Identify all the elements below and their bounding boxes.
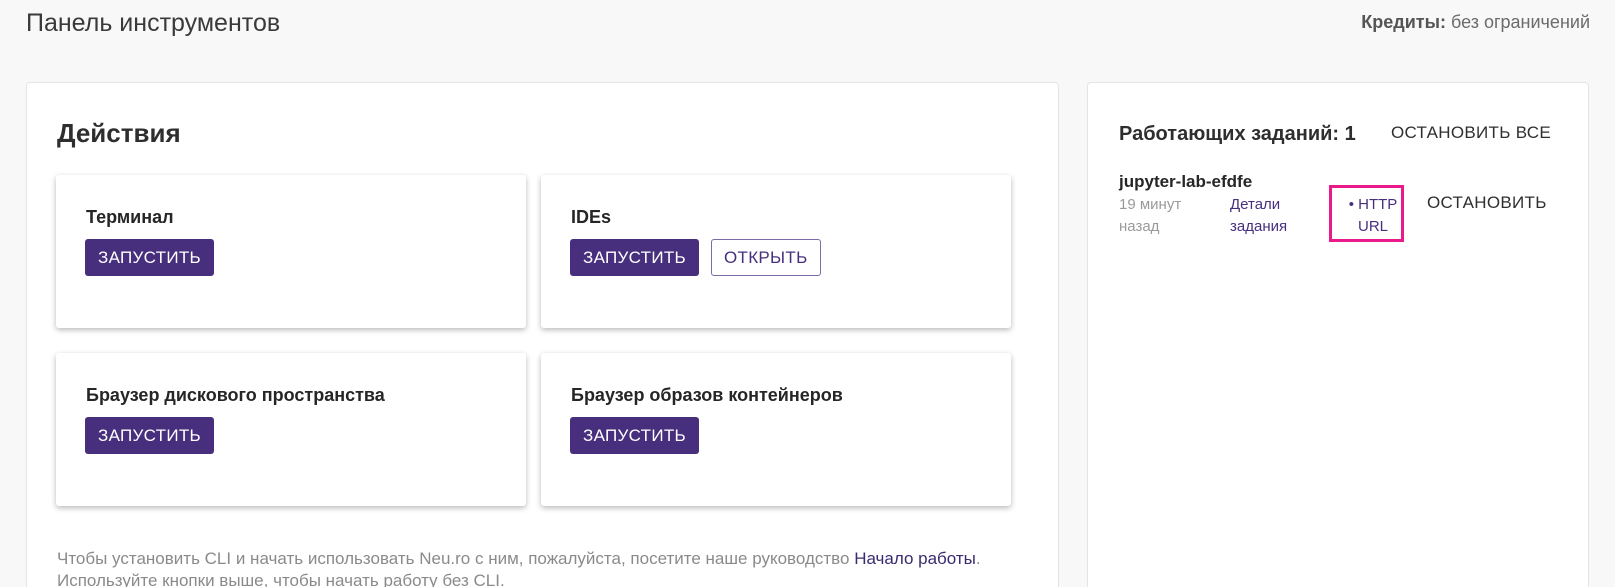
actions-title: Действия — [57, 118, 181, 148]
terminal-launch-button[interactable]: ЗАПУСТИТЬ — [85, 239, 214, 276]
ides-open-button[interactable]: ОТКРЫТЬ — [711, 239, 821, 276]
cli-hint-before: Чтобы установить CLI и начать использова… — [57, 549, 855, 568]
actions-panel: Действия Терминал ЗАПУСТИТЬ IDEs ЗАПУСТИ… — [26, 82, 1059, 587]
ides-launch-button[interactable]: ЗАПУСТИТЬ — [570, 239, 699, 276]
http-url-link[interactable]: • HTTP URL — [1343, 194, 1403, 238]
images-browser-launch-button[interactable]: ЗАПУСТИТЬ — [570, 417, 699, 454]
cli-hint-text: Чтобы установить CLI и начать использова… — [57, 548, 1037, 587]
page-title: Панель инструментов — [26, 9, 281, 37]
job-time: 19 минут назад — [1119, 196, 1182, 235]
credits-info: Кредиты: без ограничений — [1361, 12, 1590, 33]
stop-all-button[interactable]: ОСТАНОВИТЬ ВСЕ — [1391, 123, 1551, 143]
running-jobs-panel: Работающих заданий: 1 ОСТАНОВИТЬ ВСЕ jup… — [1087, 82, 1589, 587]
ides-card: IDEs ЗАПУСТИТЬ ОТКРЫТЬ — [541, 175, 1011, 328]
getting-started-link[interactable]: Начало работы — [854, 549, 976, 568]
credits-value: без ограничений — [1450, 12, 1590, 32]
ides-card-title: IDEs — [571, 207, 612, 227]
job-name: jupyter-lab-efdfe — [1119, 172, 1253, 191]
images-browser-card-title: Браузер образов контейнеров — [571, 385, 843, 405]
job-stop-button[interactable]: ОСТАНОВИТЬ — [1427, 193, 1547, 213]
terminal-card: Терминал ЗАПУСТИТЬ — [56, 175, 526, 328]
storage-browser-card: Браузер дискового пространства ЗАПУСТИТЬ — [56, 353, 526, 506]
storage-browser-card-title: Браузер дискового пространства — [86, 385, 385, 405]
images-browser-card: Браузер образов контейнеров ЗАПУСТИТЬ — [541, 353, 1011, 506]
terminal-card-title: Терминал — [86, 207, 174, 227]
job-details-link[interactable]: Детали задания — [1230, 194, 1320, 238]
credits-label: Кредиты: — [1361, 12, 1446, 32]
storage-browser-launch-button[interactable]: ЗАПУСТИТЬ — [85, 417, 214, 454]
running-jobs-title: Работающих заданий: 1 — [1119, 123, 1356, 145]
http-url-highlight: • HTTP URL — [1329, 185, 1404, 242]
